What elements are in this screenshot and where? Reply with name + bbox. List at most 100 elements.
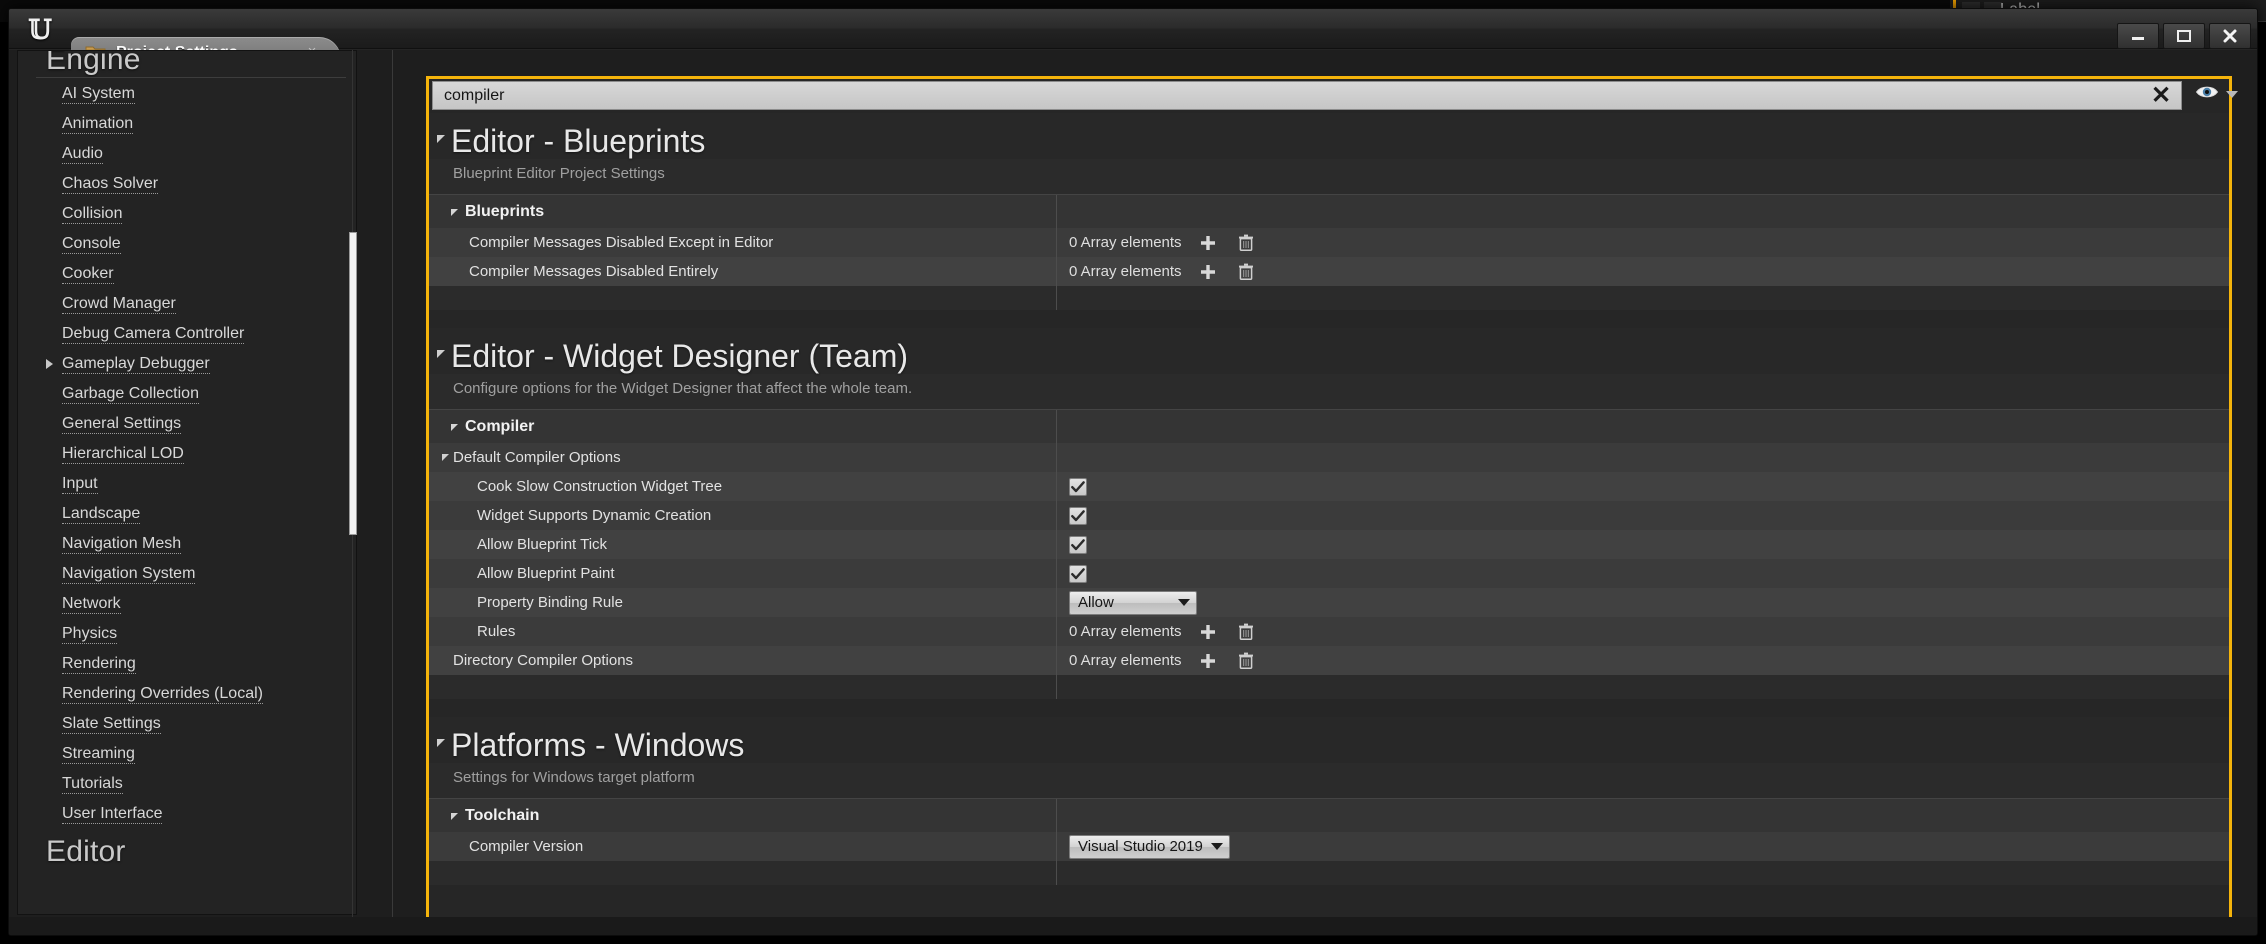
array-element-count: 0 Array elements: [1069, 263, 1182, 280]
delete-array-icon[interactable]: [1235, 650, 1257, 672]
sidebar-item-gameplay-debugger[interactable]: Gameplay Debugger: [18, 349, 356, 379]
minimize-button[interactable]: [2117, 23, 2159, 49]
add-array-element-icon[interactable]: [1197, 650, 1219, 672]
sidebar-item-label: Physics: [62, 624, 118, 644]
section-header[interactable]: Platforms - Windows: [429, 717, 2229, 763]
sidebar-item-tutorials[interactable]: Tutorials: [18, 769, 356, 799]
collapse-triangle-icon[interactable]: [451, 424, 458, 431]
category-header-compiler[interactable]: Compiler: [429, 409, 2229, 443]
sidebar-item-navigation-mesh[interactable]: Navigation Mesh: [18, 529, 356, 559]
sidebar-item-label: Collision: [62, 204, 123, 224]
sidebar-item-garbage-collection[interactable]: Garbage Collection: [18, 379, 356, 409]
collapse-triangle-icon[interactable]: [442, 454, 449, 461]
sidebar-item-cooker[interactable]: Cooker: [18, 259, 356, 289]
settings-row[interactable]: Rules 0 Array elements: [429, 617, 2229, 646]
delete-array-icon[interactable]: [1235, 232, 1257, 254]
sidebar-item-collision[interactable]: Collision: [18, 199, 356, 229]
sidebar-item-crowd-manager[interactable]: Crowd Manager: [18, 289, 356, 319]
sidebar-item-label: Console: [62, 234, 121, 254]
collapse-triangle-icon[interactable]: [437, 135, 445, 143]
settings-row[interactable]: Compiler Version Visual Studio 2019: [429, 832, 2229, 861]
sidebar-item-rendering-overrides-local[interactable]: Rendering Overrides (Local): [18, 679, 356, 709]
array-element-count: 0 Array elements: [1069, 234, 1182, 251]
sidebar-item-chaos-solver[interactable]: Chaos Solver: [18, 169, 356, 199]
maximize-button[interactable]: [2163, 23, 2205, 49]
sidebar-group-editor: Editor: [46, 835, 126, 868]
search-input[interactable]: compiler ✕: [432, 81, 2182, 110]
checkbox[interactable]: [1069, 477, 1087, 496]
sidebar-item-label: Crowd Manager: [62, 294, 176, 314]
clear-search-icon[interactable]: ✕: [2150, 84, 2172, 108]
collapse-triangle-icon[interactable]: [451, 209, 458, 216]
section-title: Platforms - Windows: [451, 727, 745, 763]
column-divider: [1056, 530, 1057, 559]
delete-array-icon[interactable]: [1235, 261, 1257, 283]
sidebar-item-streaming[interactable]: Streaming: [18, 739, 356, 769]
sidebar-item-physics[interactable]: Physics: [18, 619, 356, 649]
setting-label: Default Compiler Options: [453, 449, 621, 466]
settings-row[interactable]: Cook Slow Construction Widget Tree: [429, 472, 2229, 501]
array-element-count: 0 Array elements: [1069, 652, 1182, 669]
category-header-blueprints[interactable]: Blueprints: [429, 194, 2229, 228]
sidebar-item-ai-system[interactable]: AI System: [18, 79, 356, 109]
add-array-element-icon[interactable]: [1197, 232, 1219, 254]
add-array-element-icon[interactable]: [1197, 261, 1219, 283]
collapse-triangle-icon[interactable]: [437, 739, 445, 747]
dropdown-property-binding-rule[interactable]: Allow: [1069, 590, 1197, 615]
sidebar-scroll-area[interactable]: Engine AI System Animation Audio Chaos Solve…: [18, 51, 356, 914]
collapse-triangle-icon[interactable]: [451, 813, 458, 820]
sidebar-item-slate-settings[interactable]: Slate Settings: [18, 709, 356, 739]
setting-label: Compiler Messages Disabled Entirely: [469, 263, 719, 280]
setting-label: Rules: [477, 623, 516, 640]
view-options-button[interactable]: [2195, 84, 2238, 105]
sidebar-item-general-settings[interactable]: General Settings: [18, 409, 356, 439]
dropdown-selected-value: Allow: [1078, 594, 1114, 611]
section-gap: [429, 310, 2229, 328]
section-header[interactable]: Editor - Blueprints: [429, 113, 2229, 159]
sidebar-item-debug-camera-controller[interactable]: Debug Camera Controller: [18, 319, 356, 349]
collapse-triangle-icon[interactable]: [437, 350, 445, 358]
add-array-element-icon[interactable]: [1197, 621, 1219, 643]
setting-label: Compiler Messages Disabled Except in Edi…: [469, 234, 774, 251]
sidebar-item-console[interactable]: Console: [18, 229, 356, 259]
unreal-logo-icon: 𝕌: [28, 14, 52, 46]
delete-array-icon[interactable]: [1235, 621, 1257, 643]
settings-row[interactable]: Property Binding Rule Allow: [429, 588, 2229, 617]
checkbox[interactable]: [1069, 564, 1087, 583]
settings-section-editor-widget-designer-team: Editor - Widget Designer (Team) Configure…: [429, 328, 2229, 699]
sidebar-item-audio[interactable]: Audio: [18, 139, 356, 169]
sidebar-item-navigation-system[interactable]: Navigation System: [18, 559, 356, 589]
window-body: Engine AI System Animation Audio Chaos Solve…: [9, 50, 2257, 935]
settings-row[interactable]: Allow Blueprint Paint: [429, 559, 2229, 588]
sidebar-item-network[interactable]: Network: [18, 589, 356, 619]
sidebar-item-landscape[interactable]: Landscape: [18, 499, 356, 529]
sidebar-item-rendering[interactable]: Rendering: [18, 649, 356, 679]
checkbox[interactable]: [1069, 535, 1087, 554]
checkbox[interactable]: [1069, 506, 1087, 525]
sidebar-item-animation[interactable]: Animation: [18, 109, 356, 139]
close-button[interactable]: [2209, 23, 2251, 49]
sidebar-item-input[interactable]: Input: [18, 469, 356, 499]
column-divider: [1056, 257, 1057, 286]
sidebar-item-label: General Settings: [62, 414, 182, 434]
category-header-toolchain[interactable]: Toolchain: [429, 798, 2229, 832]
settings-row[interactable]: Widget Supports Dynamic Creation: [429, 501, 2229, 530]
settings-row[interactable]: Allow Blueprint Tick: [429, 530, 2229, 559]
settings-list[interactable]: Editor - Blueprints Blueprint Editor Proj…: [429, 113, 2229, 935]
setting-value: 0 Array elements: [1069, 621, 1257, 643]
section-header[interactable]: Editor - Widget Designer (Team): [429, 328, 2229, 374]
sidebar-bottom-fade: [19, 888, 355, 914]
sidebar-item-label: Hierarchical LOD: [62, 444, 184, 464]
dropdown-selected-value: Visual Studio 2019: [1078, 838, 1203, 855]
chevron-down-icon: [2226, 91, 2238, 98]
settings-row[interactable]: Default Compiler Options: [429, 443, 2229, 472]
expand-arrow-icon[interactable]: [46, 359, 53, 369]
settings-row[interactable]: Directory Compiler Options 0 Array elemen…: [429, 646, 2229, 675]
sidebar-scrollbar-thumb[interactable]: [349, 232, 357, 535]
settings-row[interactable]: Compiler Messages Disabled Except in Edi…: [429, 228, 2229, 257]
settings-row[interactable]: Compiler Messages Disabled Entirely 0 Arr…: [429, 257, 2229, 286]
sidebar-item-user-interface[interactable]: User Interface: [18, 799, 356, 829]
sidebar-item-label: Rendering: [62, 654, 136, 674]
dropdown-compiler-version[interactable]: Visual Studio 2019: [1069, 834, 1230, 859]
sidebar-item-hierarchical-lod[interactable]: Hierarchical LOD: [18, 439, 356, 469]
